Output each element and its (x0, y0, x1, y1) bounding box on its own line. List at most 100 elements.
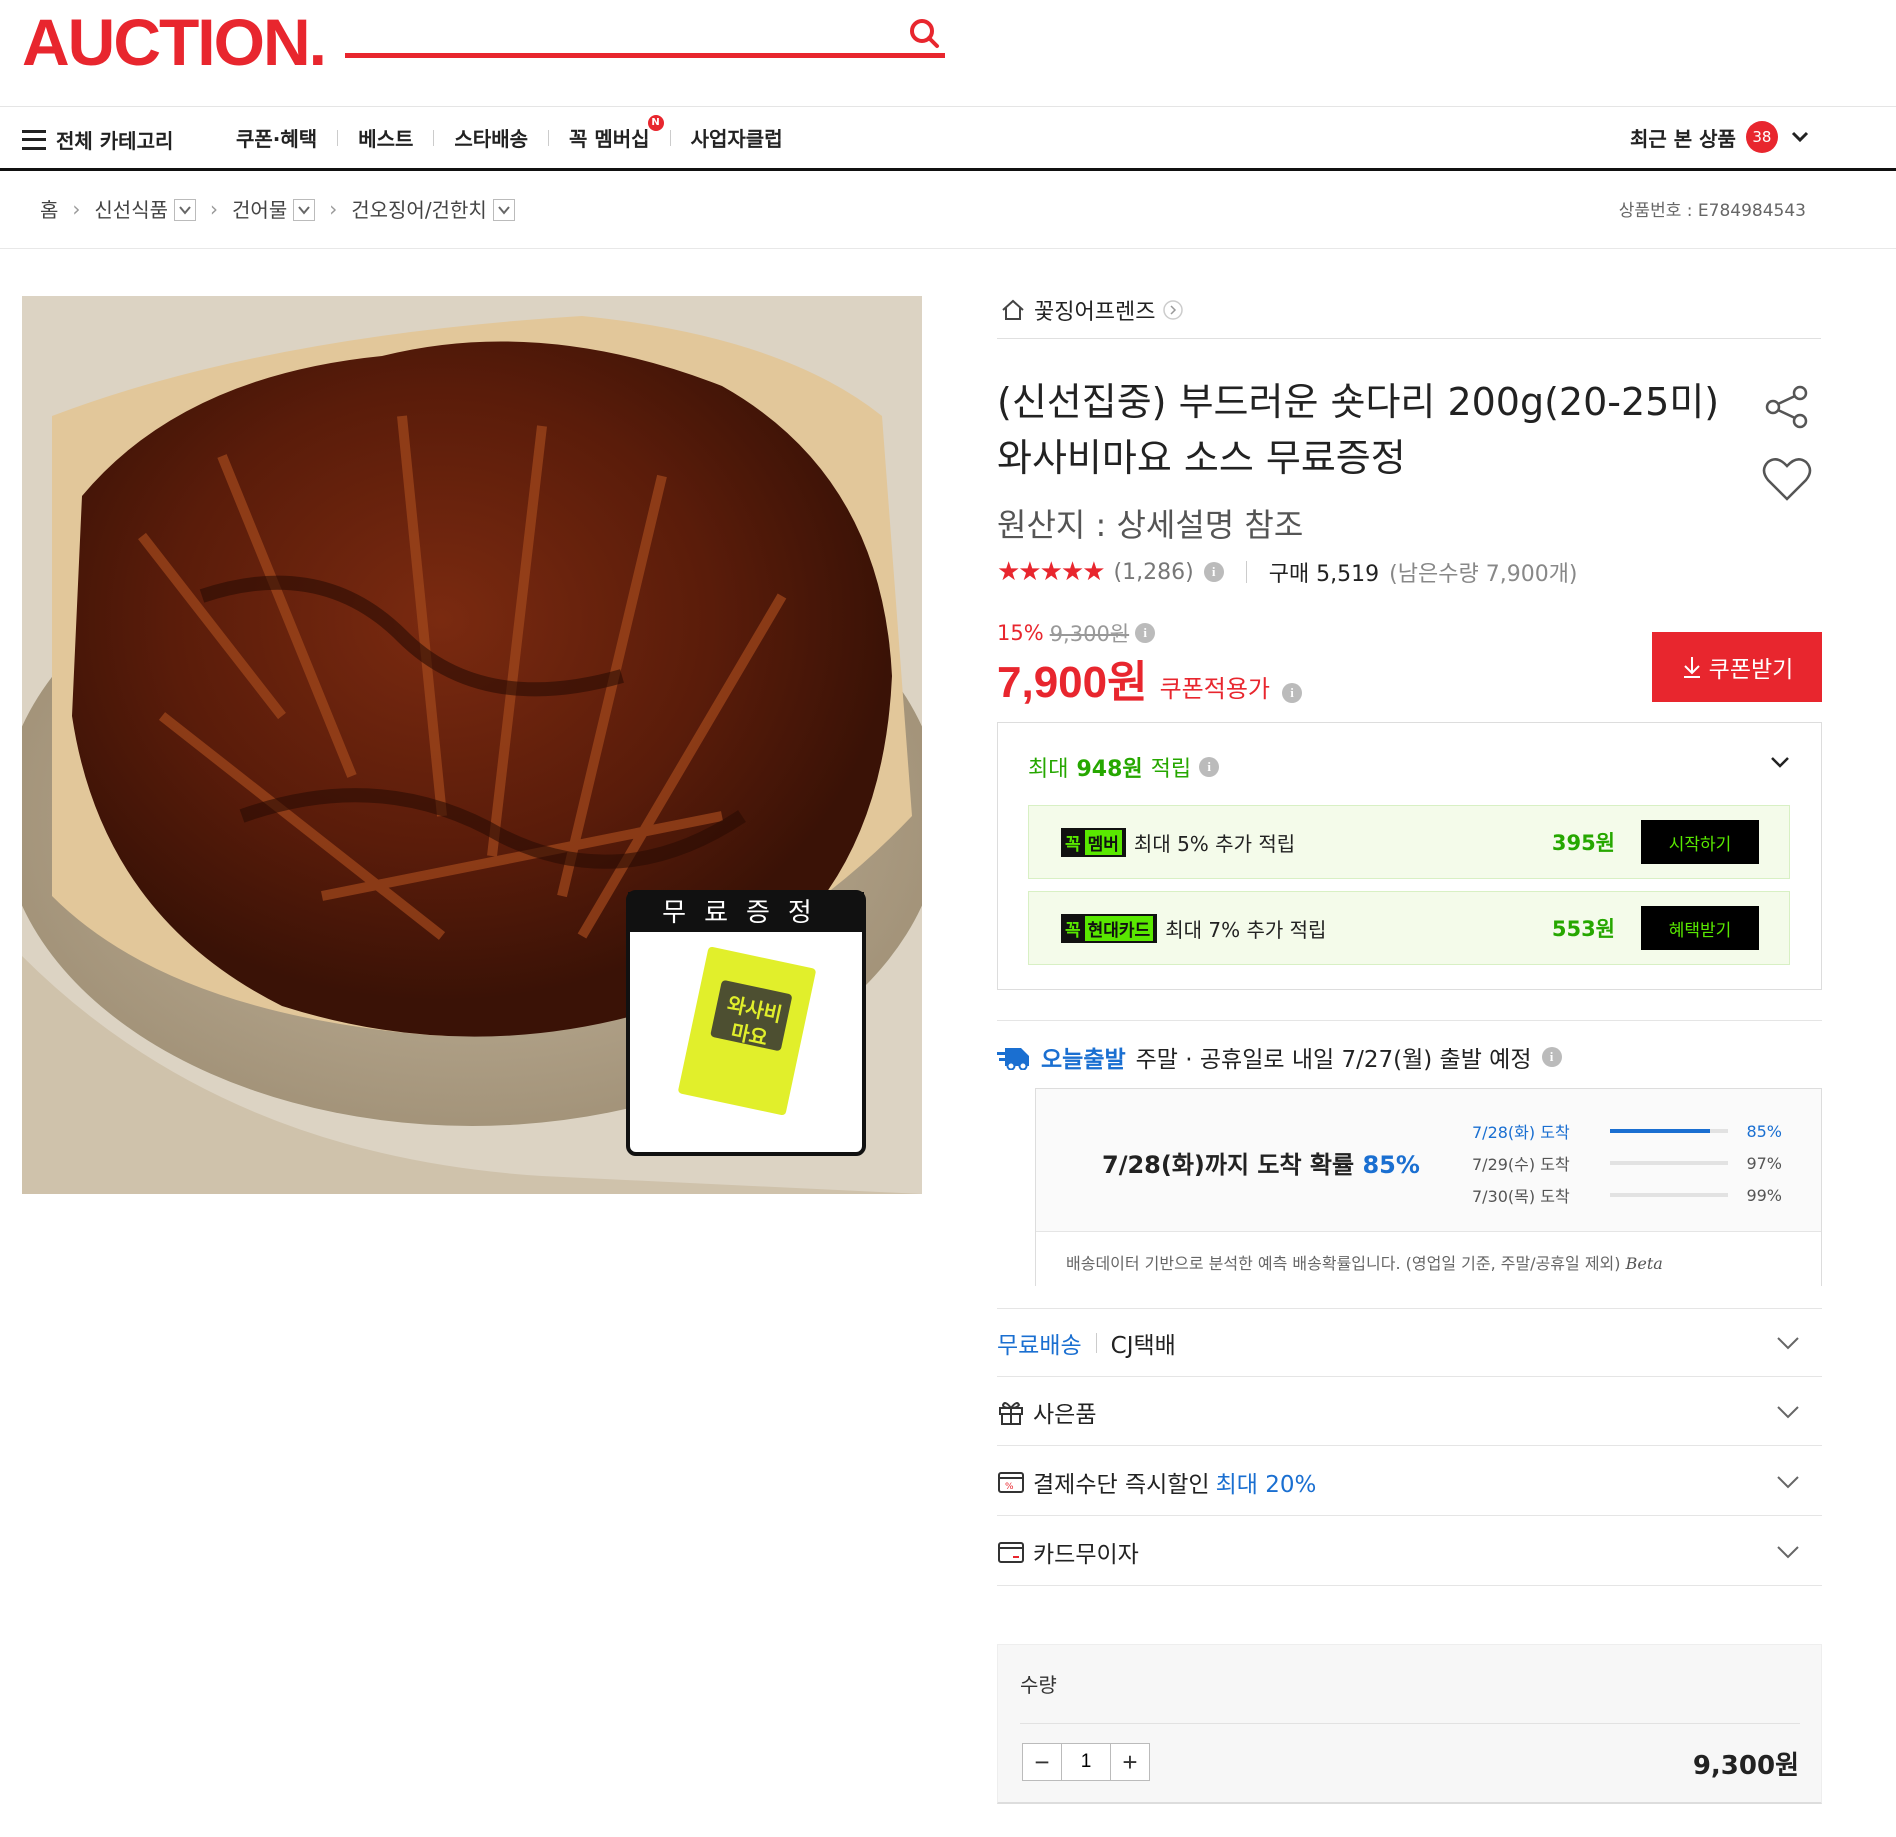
payment-discount-label: 결제수단 즉시할인 (1033, 1471, 1210, 1498)
nav-membership-label: 꼭 멤버십 (569, 127, 650, 151)
arrival-row: 7/28(화) 도착 85% (1472, 1115, 1782, 1147)
info-icon[interactable]: i (1203, 562, 1224, 582)
card-installment-accordion[interactable]: 카드무이자 (997, 1518, 1822, 1586)
breadcrumb-level-1[interactable]: 신선식품 (94, 194, 197, 223)
quantity-stepper: − + (1022, 1743, 1150, 1781)
arrival-probability-summary: 7/28(화)까지 도착 확률 85% (1102, 1145, 1420, 1180)
fast-delivery-icon (997, 1048, 1029, 1070)
chevron-down-icon (1777, 1337, 1799, 1350)
info-icon[interactable]: i (1541, 1047, 1562, 1067)
remaining-stock: (남은수량 7,900개) (1389, 562, 1578, 587)
tag-label: 현대카드 (1084, 915, 1154, 941)
arrival-date: 7/29(수) 도착 (1472, 1155, 1570, 1174)
quantity-label: 수량 (1020, 1673, 1057, 1697)
nav-best[interactable]: 베스트 (338, 123, 433, 152)
coupon-download-button[interactable]: 쿠폰받기 (1652, 632, 1822, 702)
info-icon[interactable]: i (1135, 623, 1156, 643)
probability-value: 85% (1746, 1121, 1782, 1141)
nav-coupon[interactable]: 쿠폰·혜택 (216, 123, 337, 152)
auction-logo[interactable]: AUCTION. (22, 4, 327, 80)
breadcrumb-label: 건오징어/건한치 (351, 198, 487, 222)
chevron-down-icon[interactable] (1767, 749, 1793, 775)
main-nav: 전체 카테고리 쿠폰·혜택 베스트 스타배송 꼭 멤버십 N 사업자클럽 최근 본… (0, 107, 1896, 171)
arrival-date: 7/30(목) 도착 (1472, 1187, 1570, 1206)
points-summary[interactable]: 최대 948원 적립 i (1028, 751, 1220, 783)
purchase-count: 구매 5,519 (1268, 562, 1380, 587)
nav-membership[interactable]: 꼭 멤버십 N (549, 115, 670, 152)
seller-link[interactable]: 꽃징어프렌즈 (1000, 294, 1184, 326)
chevron-right-circle-icon (1163, 300, 1184, 320)
search-icon[interactable] (905, 14, 945, 54)
membership-tag: 꼭 멤버 (1061, 827, 1126, 857)
today-shipping-label: 오늘출발 (1041, 1047, 1126, 1073)
start-membership-button[interactable]: 시작하기 (1641, 820, 1759, 864)
shipping-info: 오늘출발 주말 · 공휴일로 내일 7/27(월) 출발 예정 i (997, 1040, 1562, 1074)
chevron-right-icon: › (72, 196, 81, 221)
nav-business-club[interactable]: 사업자클럽 (671, 123, 803, 152)
probability-value: 99% (1746, 1185, 1782, 1205)
info-icon[interactable]: i (1199, 757, 1220, 777)
chevron-down-icon (1777, 1476, 1799, 1489)
arrival-row: 7/29(수) 도착 97% (1472, 1147, 1782, 1179)
points-box: 최대 948원 적립 i 꼭 멤버 최대 5% 추가 적립 395원 시작하기 꼭… (997, 722, 1822, 990)
get-benefit-button[interactable]: 혜택받기 (1641, 906, 1759, 950)
points-prefix: 최대 (1028, 757, 1069, 782)
chevron-down-icon (1791, 131, 1808, 143)
discount-row: 15% 9,300원 i (997, 618, 1156, 648)
sale-price: 7,900원 (997, 658, 1148, 707)
points-amount: 948원 (1076, 757, 1143, 782)
arrival-row: 7/30(목) 도착 99% (1472, 1179, 1782, 1211)
increase-button[interactable]: + (1111, 1744, 1149, 1780)
breadcrumb: 홈 › 신선식품 › 건어물 › 건오징어/건한치 (40, 194, 515, 223)
payment-discount-accordion[interactable]: % 결제수단 즉시할인 최대 20% (997, 1448, 1822, 1516)
arrival-rows: 7/28(화) 도착 85% 7/29(수) 도착 97% 7/30(목) 도착 99… (1472, 1115, 1782, 1211)
membership-points-row: 꼭 멤버 최대 5% 추가 적립 395원 시작하기 (1028, 805, 1790, 879)
decrease-button[interactable]: − (1023, 1744, 1061, 1780)
breadcrumb-divider (0, 248, 1896, 249)
dropdown-icon[interactable] (293, 199, 316, 221)
info-icon[interactable]: i (1282, 683, 1302, 703)
gift-label: 사은품 (1033, 1401, 1097, 1428)
breadcrumb-level-3[interactable]: 건오징어/건한치 (351, 194, 515, 223)
product-title: (신선집중) 부드러운 숏다리 200g(20-25미) 와사비마요 소스 무료… (997, 380, 1720, 480)
breadcrumb-label: 건어물 (232, 198, 288, 222)
origin-info: 원산지 : 상세설명 참조 (997, 506, 1304, 544)
star-rating[interactable]: ★★★★★ (997, 557, 1106, 587)
separator (1095, 1332, 1097, 1353)
nav-star-delivery[interactable]: 스타배송 (434, 123, 548, 152)
coupon-price-label: 쿠폰적용가 (1159, 675, 1270, 703)
delivery-accordion[interactable]: 무료배송 CJ택배 (997, 1309, 1822, 1377)
quantity-panel: 수량 − + 9,300원 (997, 1644, 1822, 1804)
gift-accordion[interactable]: 사은품 (997, 1378, 1822, 1446)
dropdown-icon[interactable] (492, 199, 515, 221)
product-photo (22, 296, 922, 1194)
rating-row: ★★★★★ (1,286) i 구매 5,519 (남은수량 7,900개) (997, 556, 1578, 588)
arrival-text: 7/28(화)까지 도착 확률 (1102, 1151, 1363, 1179)
kkok-label: 꼭 (1065, 920, 1081, 941)
all-categories-button[interactable]: 전체 카테고리 (22, 125, 173, 154)
breadcrumb-level-2[interactable]: 건어물 (232, 194, 316, 223)
original-price: 9,300원 (1049, 622, 1130, 646)
home-icon (1002, 299, 1024, 320)
card-installment-label: 카드무이자 (1033, 1541, 1139, 1568)
dropdown-icon[interactable] (174, 199, 197, 221)
product-number-label: 상품번호 : (1618, 201, 1693, 221)
quantity-input[interactable] (1061, 1744, 1111, 1780)
recent-products-button[interactable]: 최근 본 상품 38 (1630, 121, 1812, 153)
heart-icon[interactable] (1762, 456, 1812, 502)
search-input[interactable] (345, 12, 885, 52)
points-amount: 395원 (1551, 831, 1615, 855)
hyundai-card-tag: 꼭 현대카드 (1061, 913, 1158, 943)
breadcrumb-home[interactable]: 홈 (40, 194, 58, 223)
beta-label: Beta (1625, 1254, 1663, 1273)
probability-fill (1610, 1161, 1725, 1165)
seller-name: 꽃징어프렌즈 (1034, 300, 1156, 325)
share-icon[interactable] (1764, 384, 1810, 430)
kkok-label: 꼭 (1065, 834, 1081, 855)
search-bar[interactable] (345, 12, 945, 58)
chevron-right-icon: › (210, 196, 219, 221)
product-number-value: E784984543 (1697, 201, 1806, 221)
product-image[interactable]: 무료증정 와사비 마요 (22, 296, 922, 1194)
probability-fill (1610, 1193, 1727, 1197)
review-count[interactable]: (1,286) (1114, 560, 1194, 585)
